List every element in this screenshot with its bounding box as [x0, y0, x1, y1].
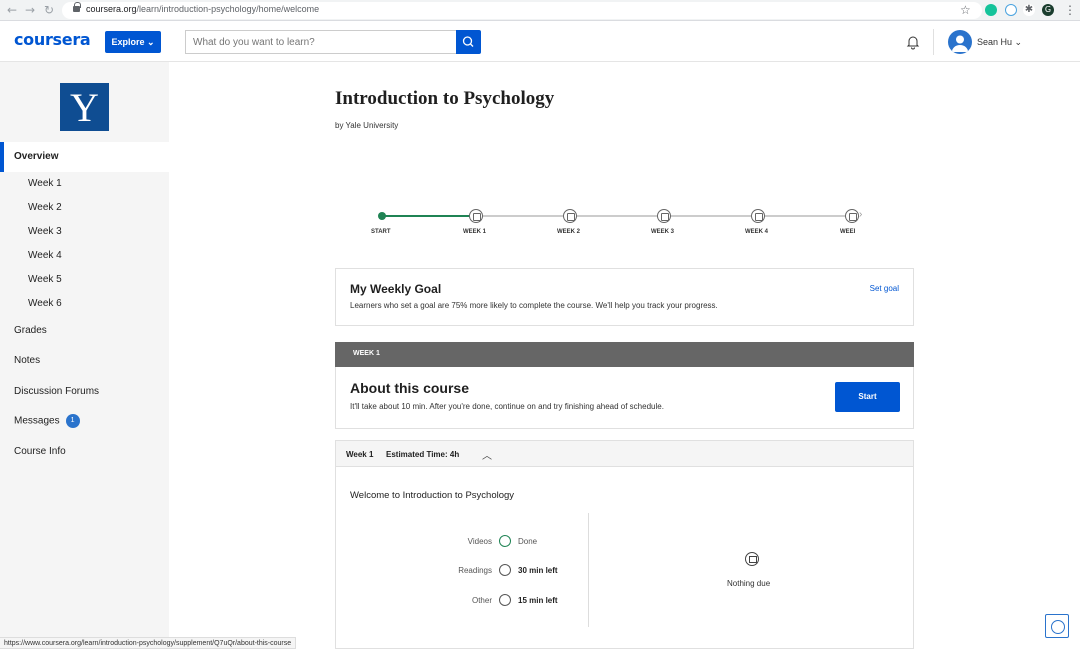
timeline-label-week-4: WEEK 4 — [745, 229, 769, 235]
course-sidebar: Y Overview Week 1 Week 2 Week 3 Week 4 W… — [0, 62, 169, 649]
nothing-due-text: Nothing due — [727, 579, 771, 588]
sidebar-item-week-5[interactable]: Week 5 — [28, 274, 62, 285]
search-button[interactable] — [456, 30, 481, 54]
notification-bell-icon[interactable] — [905, 34, 921, 50]
start-button[interactable]: Start — [835, 382, 900, 412]
progress-timeline: START WEEK 1 WEEK 2 WEEK 3 WEEK 4 WEEI › — [335, 205, 915, 245]
other-status-circle-icon — [499, 594, 511, 606]
timeline-next-arrow-icon[interactable]: › — [859, 209, 862, 220]
user-silhouette-icon — [952, 35, 968, 52]
lock-icon — [73, 2, 81, 12]
puzzle-extensions-icon[interactable]: ✱ — [1023, 4, 1035, 16]
estimated-time-label: Estimated Time: 4h — [386, 450, 460, 459]
welcome-module-title[interactable]: Welcome to Introduction to Psychology — [350, 490, 514, 501]
set-goal-link[interactable]: Set goal — [870, 284, 899, 293]
about-course-description: It'll take about 10 min. After you're do… — [350, 402, 664, 411]
reload-icon[interactable]: ↻ — [44, 3, 54, 17]
search-icon — [462, 36, 474, 47]
chevron-up-icon[interactable]: ︿ — [482, 447, 492, 462]
progress-value-videos: Done — [518, 537, 538, 546]
sidebar-item-week-1[interactable]: Week 1 — [28, 178, 62, 189]
timeline-start-dot — [378, 212, 386, 220]
url-text[interactable]: coursera.org/learn/introduction-psycholo… — [86, 4, 319, 14]
help-button[interactable] — [1045, 614, 1069, 638]
timeline-label-week-2: WEEK 2 — [557, 229, 581, 235]
user-avatar[interactable] — [948, 30, 972, 54]
extension-icon[interactable] — [1005, 4, 1017, 16]
progress-label-other: Other — [471, 596, 492, 605]
messages-count-badge: 1 — [65, 414, 80, 428]
videos-status-circle-icon — [499, 535, 511, 547]
timeline-label-start: START — [371, 229, 391, 235]
week-1-summary-bar[interactable]: Week 1 Estimated Time: 4h ︿ — [335, 440, 914, 467]
timeline-week-1-icon[interactable] — [469, 209, 483, 223]
yale-logo[interactable]: Y — [60, 83, 109, 131]
progress-value-readings: 30 min left — [518, 566, 558, 575]
sidebar-item-notes[interactable]: Notes — [14, 355, 40, 366]
profile-avatar-icon[interactable]: G — [1042, 4, 1054, 16]
timeline-week-3-icon[interactable] — [657, 209, 671, 223]
calendar-icon — [745, 552, 759, 566]
week-1-progress-panel: Welcome to Introduction to Psychology Vi… — [335, 467, 914, 649]
course-title: Introduction to Psychology — [335, 88, 555, 109]
week-summary-label: Week 1 — [346, 450, 374, 459]
readings-status-circle-icon — [499, 564, 511, 576]
sidebar-item-course-info[interactable]: Course Info — [14, 446, 66, 457]
weekly-goal-description: Learners who set a goal are 75% more lik… — [350, 301, 718, 310]
messages-label: Messages — [14, 415, 60, 427]
progress-label-readings: Readings — [458, 566, 492, 575]
timeline-label-week-1: WEEK 1 — [463, 229, 487, 235]
about-course-card: About this course It'll take about 10 mi… — [335, 367, 914, 429]
progress-value-other: 15 min left — [518, 596, 558, 605]
forward-arrow-icon[interactable]: → — [25, 3, 35, 17]
progress-label-videos: Videos — [467, 537, 492, 546]
sidebar-item-week-4[interactable]: Week 4 — [28, 250, 62, 261]
sidebar-item-messages[interactable]: Messages 1 — [14, 414, 80, 428]
grammarly-extension-icon[interactable] — [985, 4, 997, 16]
sidebar-item-overview[interactable]: Overview — [0, 142, 169, 172]
course-byline: by Yale University — [335, 121, 399, 130]
timeline-label-week-5: WEEI — [840, 229, 856, 235]
timeline-week-5-icon[interactable] — [845, 209, 859, 223]
header-divider — [933, 29, 934, 55]
sidebar-item-discussion-forums[interactable]: Discussion Forums — [14, 386, 99, 397]
site-header: coursera Explore ⌄ Sean Hu ⌄ — [0, 21, 1080, 62]
weekly-goal-card: My Weekly Goal Learners who set a goal a… — [335, 268, 914, 326]
back-arrow-icon[interactable]: ← — [7, 3, 17, 17]
browser-menu-icon[interactable]: ⋮ — [1064, 3, 1076, 17]
timeline-week-2-icon[interactable] — [563, 209, 577, 223]
sidebar-item-week-6[interactable]: Week 6 — [28, 298, 62, 309]
timeline-label-week-3: WEEK 3 — [651, 229, 675, 235]
timeline-week-4-icon[interactable] — [751, 209, 765, 223]
sidebar-item-week-2[interactable]: Week 2 — [28, 202, 62, 213]
weekly-goal-title: My Weekly Goal — [350, 282, 442, 296]
about-course-title: About this course — [350, 380, 470, 396]
explore-button[interactable]: Explore ⌄ — [105, 31, 161, 53]
timeline-progress-line — [382, 215, 476, 217]
browser-toolbar: ← → ↻ coursera.org/learn/introduction-ps… — [0, 0, 1080, 21]
user-menu[interactable]: Sean Hu ⌄ — [977, 37, 1022, 48]
progress-divider — [588, 513, 589, 627]
browser-status-url: https://www.coursera.org/learn/introduct… — [0, 637, 297, 649]
sidebar-item-grades[interactable]: Grades — [14, 325, 47, 336]
search-input[interactable] — [185, 30, 456, 54]
coursera-logo[interactable]: coursera — [14, 30, 91, 49]
sidebar-item-week-3[interactable]: Week 3 — [28, 226, 62, 237]
week-1-header: WEEK 1 — [335, 342, 914, 367]
bookmark-star-icon[interactable]: ☆ — [960, 3, 971, 17]
